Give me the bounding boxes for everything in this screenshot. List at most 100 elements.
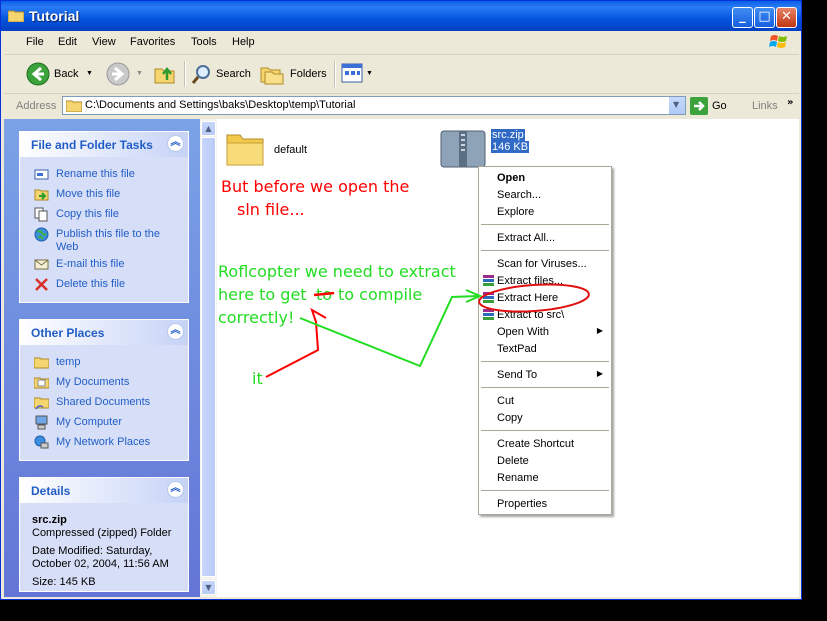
annotation-red-line-2: sln file... bbox=[237, 200, 305, 219]
forward-button[interactable]: ▼ bbox=[104, 60, 148, 88]
menu-item-explore[interactable]: Explore bbox=[497, 206, 534, 218]
links-toolbar[interactable]: Links bbox=[752, 100, 778, 112]
back-arrow-icon bbox=[26, 62, 50, 86]
menu-separator bbox=[481, 430, 609, 431]
my-documents-icon bbox=[34, 377, 49, 389]
annotation-red-line-1: But before we open the bbox=[221, 177, 410, 196]
up-folder-button[interactable] bbox=[152, 60, 178, 88]
menu-item-extract-here[interactable]: Extract Here bbox=[497, 292, 558, 304]
views-button[interactable]: ▼ bbox=[340, 60, 374, 88]
winrar-icon bbox=[483, 275, 494, 286]
menu-item-send-to[interactable]: Send To bbox=[497, 369, 537, 381]
menu-item-extract-to-src[interactable]: Extract to src\ bbox=[497, 309, 564, 321]
window-title: Tutorial bbox=[29, 8, 80, 24]
menu-item-open-with[interactable]: Open With bbox=[497, 326, 549, 338]
details-name: src.zip bbox=[32, 514, 67, 526]
winrar-icon bbox=[483, 292, 494, 303]
menu-item-properties[interactable]: Properties bbox=[497, 498, 547, 510]
menu-tools[interactable]: Tools bbox=[191, 36, 217, 48]
delete-x-icon bbox=[35, 278, 48, 291]
standard-toolbar: Back ▼ ▼ Search Folders ▼ bbox=[4, 55, 799, 94]
submenu-arrow-icon: ▶ bbox=[596, 326, 603, 335]
menu-item-delete[interactable]: Delete bbox=[497, 455, 529, 467]
folder-icon bbox=[226, 134, 264, 166]
close-button[interactable]: ✕ bbox=[776, 7, 797, 28]
my-computer-icon bbox=[35, 415, 48, 430]
folders-icon bbox=[260, 67, 284, 85]
close-icon: ✕ bbox=[781, 9, 792, 24]
chevron-down-icon: ▼ bbox=[366, 70, 373, 77]
search-button[interactable]: Search bbox=[190, 60, 254, 88]
panel-title: Details bbox=[31, 484, 71, 498]
menu-item-scan-for-viruses[interactable]: Scan for Viruses... bbox=[497, 258, 587, 270]
menu-separator bbox=[481, 387, 609, 388]
network-places-icon bbox=[34, 435, 49, 449]
task-pane-scrollbar[interactable]: ▲ ▼ bbox=[200, 119, 217, 597]
menu-file[interactable]: File bbox=[26, 36, 44, 48]
menu-item-copy[interactable]: Copy bbox=[497, 412, 523, 424]
menu-item-create-shortcut[interactable]: Create Shortcut bbox=[497, 438, 574, 450]
submenu-arrow-icon: ▶ bbox=[596, 369, 603, 378]
menu-item-open[interactable]: Open bbox=[497, 172, 525, 184]
menu-edit[interactable]: Edit bbox=[58, 36, 77, 48]
menu-bar: File Edit View Favorites Tools Help bbox=[4, 32, 799, 55]
menu-item-rename[interactable]: Rename bbox=[497, 472, 539, 484]
folders-label: Folders bbox=[290, 68, 327, 80]
go-label: Go bbox=[712, 100, 727, 112]
file-item-src-zip[interactable]: src.zip 146 KB bbox=[439, 127, 549, 171]
menu-item-extract-files[interactable]: Extract files... bbox=[497, 275, 563, 287]
winrar-icon bbox=[483, 309, 494, 320]
collapse-chevron-icon[interactable]: ︽ bbox=[167, 135, 184, 152]
scroll-down-icon[interactable]: ▼ bbox=[201, 580, 216, 595]
minimize-button[interactable]: _ bbox=[732, 7, 753, 28]
menu-separator bbox=[481, 250, 609, 251]
panel-header[interactable]: File and Folder Tasks ︽ bbox=[20, 132, 188, 157]
menu-item-textpad[interactable]: TextPad bbox=[497, 343, 537, 355]
context-menu: Open Search... Explore Extract All... Sc… bbox=[478, 166, 612, 515]
annotation-green-line-2a: here to get bbox=[218, 285, 307, 304]
annotation-green-line-3: correctly! bbox=[218, 308, 295, 327]
menu-favorites[interactable]: Favorites bbox=[130, 36, 175, 48]
menu-help[interactable]: Help bbox=[232, 36, 255, 48]
collapse-chevron-icon[interactable]: ︽ bbox=[167, 323, 184, 340]
shared-folder-icon bbox=[34, 397, 49, 410]
details-type: Compressed (zipped) Folder bbox=[32, 527, 172, 539]
windows-logo-icon bbox=[769, 35, 787, 48]
task-pane: File and Folder Tasks ︽ Rename this file… bbox=[4, 119, 200, 597]
email-icon bbox=[34, 259, 49, 270]
folders-button[interactable]: Folders bbox=[260, 60, 328, 88]
chevron-down-icon: ▼ bbox=[673, 100, 680, 109]
maximize-icon: □ bbox=[758, 9, 771, 24]
file-name: src.zip bbox=[491, 129, 525, 141]
back-button[interactable]: Back ▼ bbox=[24, 60, 96, 88]
annotation-green-line-2c: to compile bbox=[338, 285, 423, 304]
search-icon bbox=[191, 65, 210, 84]
zip-folder-icon bbox=[440, 130, 486, 168]
address-input[interactable]: C:\Documents and Settings\baks\Desktop\t… bbox=[62, 96, 686, 115]
collapse-chevron-icon[interactable]: ︽ bbox=[167, 481, 184, 498]
forward-arrow-icon bbox=[106, 62, 130, 86]
toolbar-separator bbox=[334, 61, 336, 87]
scroll-thumb[interactable] bbox=[201, 137, 216, 577]
menu-item-cut[interactable]: Cut bbox=[497, 395, 514, 407]
menu-item-extract-all[interactable]: Extract All... bbox=[497, 232, 555, 244]
move-icon bbox=[34, 189, 49, 201]
panel-header[interactable]: Other Places ︽ bbox=[20, 320, 188, 345]
annotation-green-line-1: Roflcopter we need to extract bbox=[218, 262, 456, 281]
maximize-button[interactable]: □ bbox=[754, 7, 775, 28]
title-bar[interactable]: Tutorial _ □ ✕ bbox=[1, 1, 801, 31]
scroll-up-icon[interactable]: ▲ bbox=[201, 121, 216, 136]
toolbar-separator bbox=[184, 61, 186, 87]
search-label: Search bbox=[216, 68, 251, 80]
file-folder-tasks-panel: File and Folder Tasks ︽ Rename this file… bbox=[19, 131, 189, 303]
menu-item-search[interactable]: Search... bbox=[497, 189, 541, 201]
panel-title: File and Folder Tasks bbox=[31, 138, 153, 152]
file-name: default bbox=[274, 144, 308, 156]
globe-icon bbox=[34, 227, 49, 242]
panel-header[interactable]: Details ︽ bbox=[20, 478, 188, 503]
address-dropdown-button[interactable]: ▼ bbox=[668, 97, 685, 114]
chevron-right-icon[interactable]: » bbox=[787, 97, 793, 108]
menu-view[interactable]: View bbox=[92, 36, 116, 48]
menu-separator bbox=[481, 224, 609, 225]
file-item-default[interactable]: default bbox=[225, 129, 325, 169]
